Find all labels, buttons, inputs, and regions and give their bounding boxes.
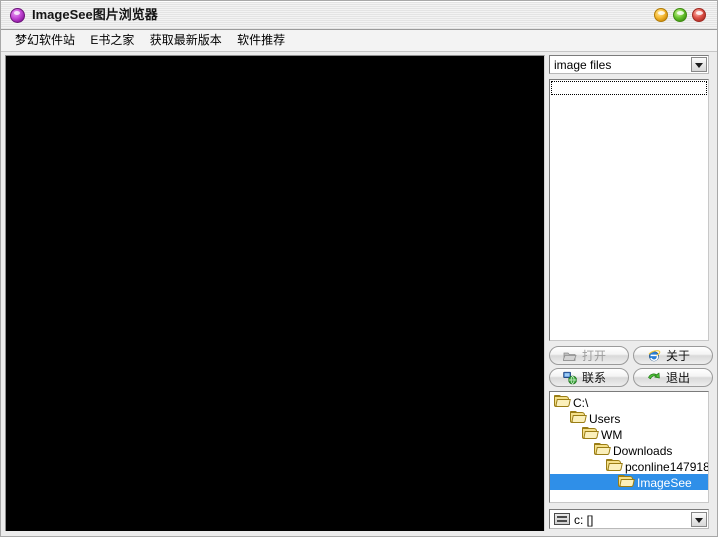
application-window: ImageSee图片浏览器 梦幻软件站 E书之家 获取最新版本 软件推荐 ima… — [0, 0, 718, 537]
tree-node-label: WM — [601, 427, 623, 442]
folder-icon — [570, 411, 587, 424]
folder-icon — [594, 443, 611, 456]
tree-node-label: pconline1479182315965 — [625, 459, 708, 474]
menu-item-2[interactable]: 获取最新版本 — [144, 30, 228, 51]
exit-button[interactable]: 退出 — [633, 368, 713, 387]
maximize-button[interactable] — [673, 8, 687, 22]
drive-icon — [554, 513, 570, 525]
contact-button-label: 联系 — [582, 371, 607, 385]
exit-button-label: 退出 — [666, 371, 691, 385]
contact-button[interactable]: 联系 — [549, 368, 629, 387]
close-button[interactable] — [692, 8, 706, 22]
tree-node-5[interactable]: ImageSee — [550, 474, 708, 490]
directory-tree[interactable]: C:\ Users WM Downloads pconline147918231… — [549, 391, 709, 503]
minimize-button[interactable] — [654, 8, 668, 22]
tree-node-1[interactable]: Users — [550, 410, 708, 426]
drive-combobox[interactable]: c: [] — [549, 509, 709, 529]
open-folder-icon — [563, 352, 577, 361]
file-listbox[interactable] — [549, 79, 709, 341]
title-bar[interactable]: ImageSee图片浏览器 — [1, 1, 717, 30]
tree-node-label: C:\ — [573, 395, 589, 410]
chevron-down-icon[interactable] — [691, 512, 707, 527]
file-filter-value: image files — [554, 58, 612, 72]
file-listbox-focus-row — [551, 81, 707, 95]
ie-browser-icon — [648, 350, 661, 362]
tree-node-4[interactable]: pconline1479182315965 — [550, 458, 708, 474]
tree-node-label: Downloads — [613, 443, 673, 458]
network-globe-icon — [563, 371, 577, 385]
tree-node-3[interactable]: Downloads — [550, 442, 708, 458]
menu-item-3[interactable]: 软件推荐 — [231, 30, 291, 51]
open-button[interactable]: 打开 — [549, 346, 629, 365]
folder-icon — [554, 395, 571, 408]
tree-node-label: Users — [589, 411, 621, 426]
file-filter-combobox[interactable]: image files — [549, 55, 709, 74]
open-button-label: 打开 — [582, 349, 607, 363]
tree-node-0[interactable]: C:\ — [550, 394, 708, 410]
menu-item-1[interactable]: E书之家 — [84, 30, 140, 51]
bottom-strip — [1, 531, 717, 536]
tree-node-2[interactable]: WM — [550, 426, 708, 442]
window-title: ImageSee图片浏览器 — [32, 7, 158, 22]
app-circle-icon — [10, 8, 25, 23]
image-preview-area[interactable] — [5, 55, 545, 532]
drive-value: c: [] — [574, 513, 594, 527]
about-button-label: 关于 — [666, 349, 691, 363]
folder-icon — [618, 475, 635, 488]
menu-item-0[interactable]: 梦幻软件站 — [9, 30, 81, 51]
chevron-down-icon[interactable] — [691, 57, 707, 72]
sidebar-panel: image files 打开 关于 联系 退出 C:\ Users WM Dow… — [549, 55, 715, 532]
green-arrow-icon — [648, 372, 660, 380]
about-button[interactable]: 关于 — [633, 346, 713, 365]
folder-icon — [582, 427, 599, 440]
menu-bar: 梦幻软件站 E书之家 获取最新版本 软件推荐 — [1, 30, 717, 52]
tree-node-label: ImageSee — [637, 475, 692, 490]
folder-icon — [606, 459, 623, 472]
